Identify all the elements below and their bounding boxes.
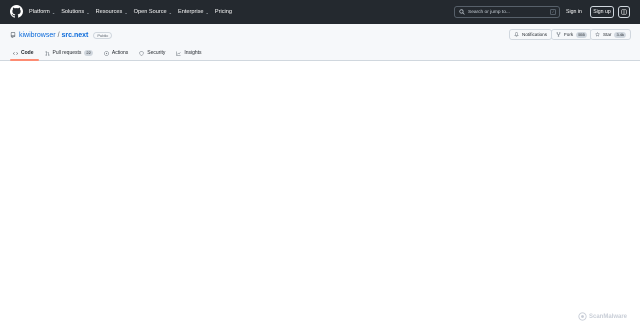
tab-pull-requests[interactable]: Pull requests 22	[42, 46, 98, 60]
repo-owner-link[interactable]: kiwibrowser	[19, 32, 56, 39]
bell-icon	[514, 32, 519, 37]
chevron-down-icon: ⌄	[168, 9, 172, 15]
star-icon	[595, 32, 600, 37]
watermark-text: ScanMalware	[589, 313, 628, 320]
graph-icon	[176, 50, 181, 56]
repo-separator: /	[57, 31, 60, 39]
code-icon	[13, 51, 18, 55]
menu-icon	[621, 9, 627, 15]
nav-label: Enterprise	[178, 9, 204, 15]
nav-label: Pricing	[214, 9, 232, 15]
star-button[interactable]: Star 3.4k	[590, 29, 631, 40]
tab-label: Actions	[111, 50, 129, 56]
nav-label: Resources	[95, 9, 123, 15]
tab-security[interactable]: Security	[136, 46, 170, 60]
pull-request-icon	[45, 50, 49, 56]
fork-icon	[556, 32, 561, 37]
star-count: 3.4k	[614, 31, 626, 38]
nav-platform[interactable]: Platform ⌄	[29, 9, 55, 15]
nav-open-source[interactable]: Open Source ⌄	[134, 9, 172, 15]
tab-label: Pull requests	[52, 50, 82, 56]
repo-title: kiwibrowser / src.next Public	[10, 30, 113, 40]
nav-label: Open Source	[133, 9, 167, 15]
tab-label: Security	[147, 50, 166, 56]
nav-enterprise[interactable]: Enterprise ⌄	[178, 9, 209, 15]
fork-count: 555	[576, 31, 587, 38]
pull-requests-count: 22	[84, 50, 93, 56]
tab-label: Insights	[184, 50, 202, 56]
repo-header: kiwibrowser / src.next Public Notificati…	[0, 24, 640, 61]
signin-link[interactable]: Sign in	[566, 6, 582, 18]
nav-pricing[interactable]: Pricing	[215, 9, 232, 15]
notifications-label: Notifications	[522, 32, 548, 37]
notifications-button[interactable]: Notifications	[509, 29, 553, 40]
global-header: Platform ⌄ Solutions ⌄ Resources ⌄ Open Sou…	[0, 0, 640, 24]
scanmalware-logo-icon	[578, 312, 587, 321]
github-logo-icon[interactable]	[10, 5, 23, 18]
visibility-badge: Public	[93, 31, 113, 39]
search-placeholder: Search or jump to...	[468, 9, 510, 15]
search-input[interactable]: Search or jump to... /	[454, 6, 560, 18]
global-nav: Platform ⌄ Solutions ⌄ Resources ⌄ Open Sou…	[29, 0, 238, 24]
nav-label: Platform	[29, 9, 50, 15]
appearance-menu-button[interactable]	[618, 6, 630, 18]
search-icon	[459, 9, 465, 15]
play-icon	[104, 50, 109, 56]
repo-tabs: Code Pull requests 22 Actions Security I…	[10, 46, 210, 61]
star-label: Star	[603, 32, 612, 37]
repo-name-link[interactable]: src.next	[62, 32, 89, 39]
signup-button[interactable]: Sign up	[590, 6, 614, 18]
chevron-down-icon: ⌄	[51, 9, 56, 15]
tab-insights[interactable]: Insights	[173, 46, 206, 60]
shield-icon	[139, 50, 144, 56]
repo-icon	[10, 32, 16, 38]
chevron-down-icon: ⌄	[86, 9, 90, 15]
tab-actions[interactable]: Actions	[101, 46, 133, 60]
search-shortcut-key: /	[550, 9, 556, 15]
chevron-down-icon: ⌄	[205, 9, 209, 15]
fork-label: Fork	[564, 32, 574, 37]
tab-code[interactable]: Code	[10, 46, 39, 61]
fork-button[interactable]: Fork 555	[551, 29, 592, 40]
nav-resources[interactable]: Resources ⌄	[96, 9, 128, 15]
watermark: ScanMalware	[578, 312, 627, 321]
nav-solutions[interactable]: Solutions ⌄	[61, 9, 89, 15]
nav-label: Solutions	[61, 9, 85, 15]
tab-label: Code	[21, 50, 34, 56]
chevron-down-icon: ⌄	[124, 9, 128, 15]
